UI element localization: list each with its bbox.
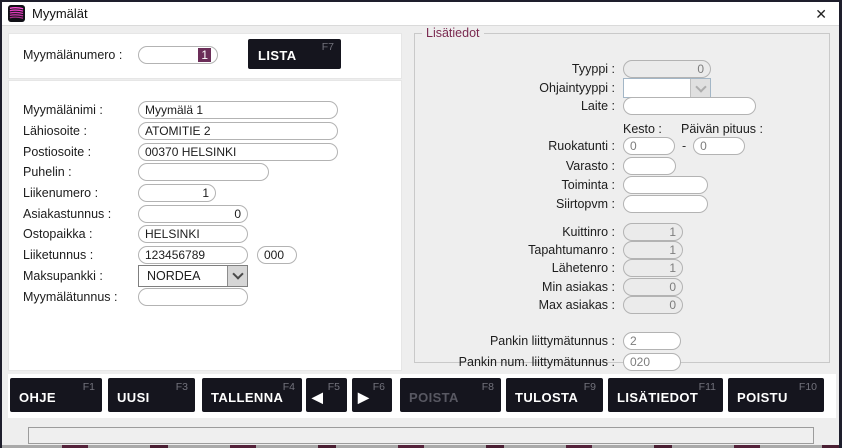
duration-header: Kesto :: [623, 122, 681, 136]
day-length-input[interactable]: 0: [693, 137, 745, 155]
operation-label: Toiminta :: [415, 178, 623, 192]
previous-button[interactable]: F5 ◀: [306, 378, 347, 412]
customer-id-label: Asiakastunnus :: [23, 207, 138, 221]
store-number-label: Myymälänumero :: [23, 48, 138, 62]
next-button[interactable]: F6 ▶: [352, 378, 392, 412]
additional-info-fieldset: Lisätiedot Tyyppi : 0 Ohjaintyyppi : Lai…: [414, 26, 830, 363]
store-id-label: Myymälätunnus :: [23, 290, 138, 304]
day-length-header: Päivän pituus :: [681, 122, 763, 136]
bank-interface-id-label: Pankin liittymätunnus :: [415, 334, 623, 348]
poista-button: F8 POISTA: [400, 378, 501, 412]
close-icon[interactable]: ✕: [815, 7, 827, 21]
receipt-number-label: Kuittinro :: [415, 225, 623, 239]
transfer-date-label: Siirtopvm :: [415, 197, 623, 211]
max-customer-label: Max asiakas :: [415, 298, 623, 312]
purchase-place-input[interactable]: HELSINKI: [138, 225, 248, 243]
status-bar: [28, 427, 814, 444]
form-row: Maksupankki : NORDEA: [9, 266, 401, 287]
street-address-label: Lähiosoite :: [23, 124, 138, 138]
shipment-number-input: 1: [623, 259, 683, 277]
tulosta-button[interactable]: F9 TULOSTA: [506, 378, 603, 412]
controller-type-select[interactable]: [623, 78, 711, 98]
bank-num-interface-id-input[interactable]: 020: [623, 353, 681, 371]
transaction-number-input: 1: [623, 241, 683, 259]
chevron-down-icon: [227, 266, 247, 286]
store-number-input[interactable]: 1: [138, 46, 218, 64]
type-input: 0: [623, 60, 711, 78]
shipment-number-label: Lähetenro :: [415, 261, 623, 275]
phone-label: Puhelin :: [23, 165, 138, 179]
lunch-duration-input[interactable]: 0: [623, 137, 675, 155]
form-row: Puhelin :: [9, 162, 401, 183]
arrow-right-icon: ▶: [358, 389, 369, 406]
business-id-input[interactable]: 123456789: [138, 246, 248, 264]
form-row: Liiketunnus : 123456789 000: [9, 245, 401, 266]
form-row: Postiosoite : 00370 HELSINKI: [9, 141, 401, 162]
business-number-label: Liikenumero :: [23, 186, 138, 200]
form-row: Liikenumero : 1: [9, 183, 401, 204]
transaction-number-label: Tapahtumanro :: [415, 243, 623, 257]
operation-input[interactable]: [623, 176, 708, 194]
window-title: Myymälät: [32, 6, 88, 21]
bank-num-interface-id-label: Pankin num. liittymätunnus :: [415, 355, 623, 369]
warehouse-input[interactable]: [623, 157, 676, 175]
phone-input[interactable]: [138, 163, 269, 181]
store-number-panel: Myymälänumero : 1 F7 LISTA: [8, 33, 402, 79]
receipt-number-input: 1: [623, 223, 683, 241]
form-row: Myymälätunnus :: [9, 286, 401, 307]
max-customer-input: 0: [623, 296, 683, 314]
warehouse-label: Varasto :: [415, 159, 623, 173]
additional-info-legend: Lisätiedot: [422, 26, 484, 40]
lisatiedot-button[interactable]: F11 LISÄTIEDOT: [608, 378, 723, 412]
store-name-label: Myymälänimi :: [23, 103, 138, 117]
ohje-button[interactable]: F1 OHJE: [10, 378, 102, 412]
tallenna-button[interactable]: F4 TALLENNA: [202, 378, 302, 412]
range-dash: -: [682, 139, 686, 153]
bank-interface-id-input[interactable]: 2: [623, 332, 681, 350]
app-logo-icon: [8, 5, 25, 22]
business-id-suffix-input[interactable]: 000: [257, 246, 297, 264]
form-row: Asiakastunnus : 0: [9, 203, 401, 224]
street-address-input[interactable]: ATOMITIE 2: [138, 122, 338, 140]
device-input[interactable]: [623, 97, 756, 115]
payment-bank-select[interactable]: NORDEA: [138, 265, 248, 287]
min-customer-label: Min asiakas :: [415, 280, 623, 294]
poistu-button[interactable]: F10 POISTU: [728, 378, 824, 412]
controller-type-label: Ohjaintyyppi :: [415, 81, 623, 95]
form-row: Myymälänimi : Myymälä 1: [9, 100, 401, 121]
min-customer-input: 0: [623, 278, 683, 296]
business-number-input[interactable]: 1: [138, 184, 216, 202]
lista-fkey-label: F7: [322, 41, 334, 53]
form-row: Lähiosoite : ATOMITIE 2: [9, 121, 401, 142]
postal-address-input[interactable]: 00370 HELSINKI: [138, 143, 338, 161]
store-form-panel: Myymälänimi : Myymälä 1 Lähiosoite : ATO…: [8, 80, 402, 371]
device-label: Laite :: [415, 99, 623, 113]
arrow-left-icon: ◀: [312, 389, 323, 406]
form-row: Ostopaikka : HELSINKI: [9, 224, 401, 245]
chevron-down-icon: [690, 79, 710, 97]
business-id-label: Liiketunnus :: [23, 248, 138, 262]
customer-id-input[interactable]: 0: [138, 205, 248, 223]
store-name-input[interactable]: Myymälä 1: [138, 101, 338, 119]
postal-address-label: Postiosoite :: [23, 145, 138, 159]
uusi-button[interactable]: F3 UUSI: [108, 378, 195, 412]
title-bar: Myymälät ✕: [2, 2, 839, 26]
lista-button[interactable]: F7 LISTA: [248, 39, 341, 69]
purchase-place-label: Ostopaikka :: [23, 227, 138, 241]
transfer-date-input[interactable]: [623, 195, 708, 213]
selected-text: 1: [198, 48, 211, 62]
store-id-input[interactable]: [138, 288, 248, 306]
payment-bank-label: Maksupankki :: [23, 269, 138, 283]
type-label: Tyyppi :: [415, 62, 623, 76]
lunch-hour-label: Ruokatunti :: [415, 139, 623, 153]
